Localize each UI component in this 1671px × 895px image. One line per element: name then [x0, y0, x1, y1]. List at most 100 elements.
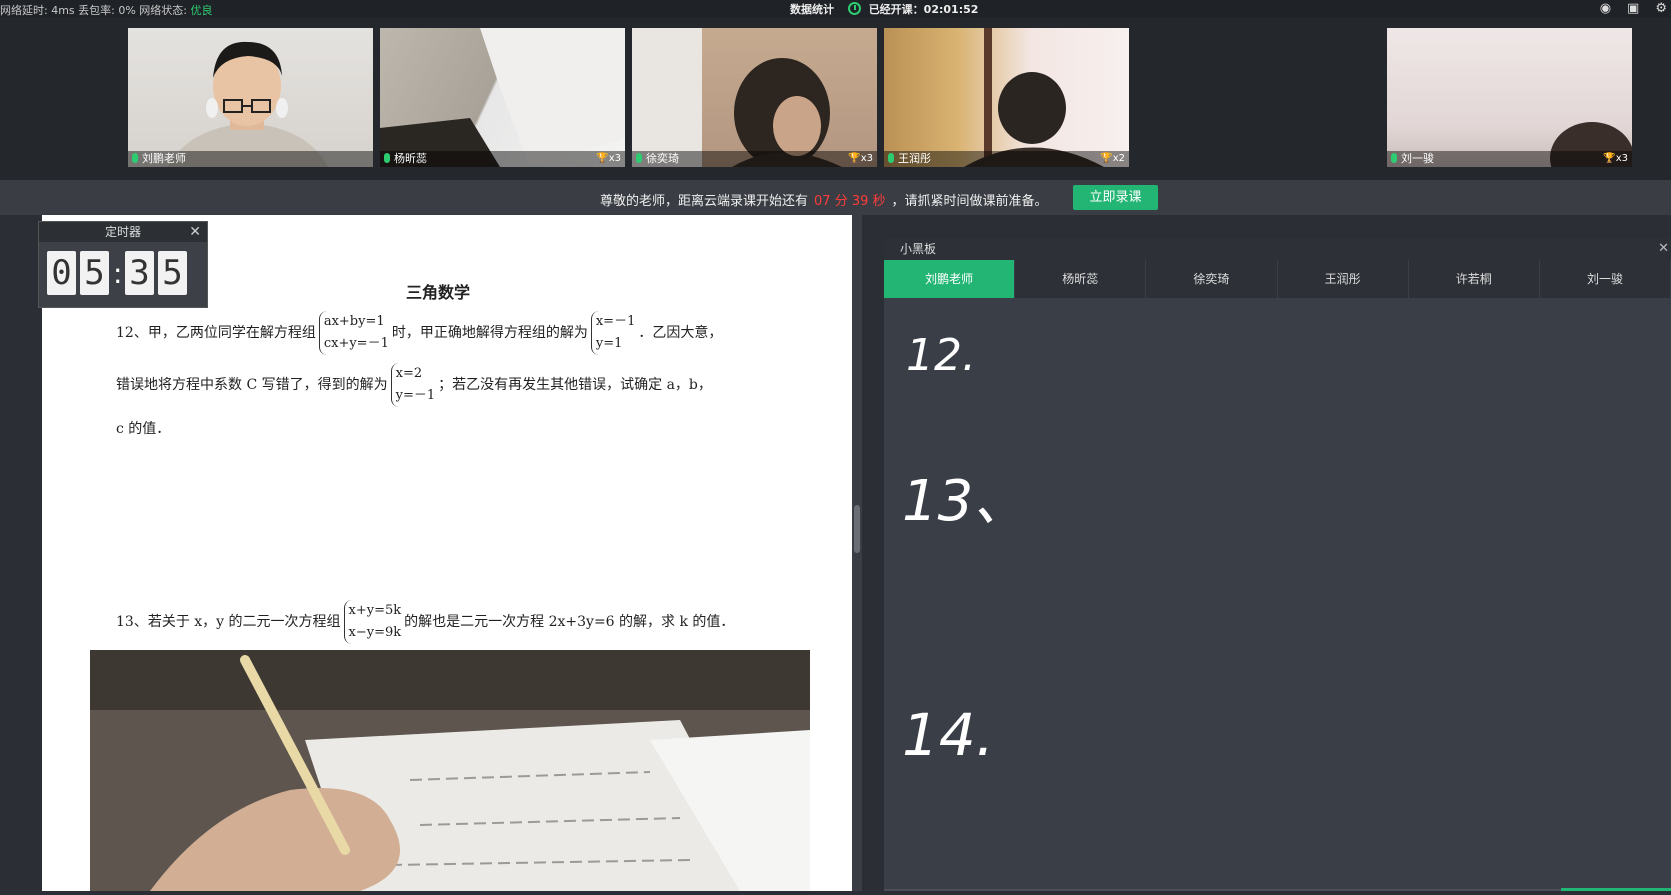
mic-icon[interactable]: [888, 153, 894, 163]
equation-system: ax+by=1 cx+y=－1: [318, 311, 389, 355]
class-info: 数据统计 已经开课：02:01:52: [790, 1, 978, 17]
blackboard-title: 小黑板: [900, 242, 937, 256]
teacher-silhouette: [168, 41, 328, 167]
q12-text: ；若乙没有再发生其他错误，试确定 a，b，: [438, 377, 712, 393]
trophy-icon: 🏆: [1603, 153, 1616, 164]
video-tile-student[interactable]: 刘一骏 🏆x3: [1387, 28, 1632, 167]
equation-system: x+y=5k x−y=9k: [343, 600, 402, 644]
network-status: 网络延时: 4ms 丢包率: 0% 网络状态: 优良: [0, 2, 213, 18]
document-page[interactable]: 三角数学 12、甲，乙两位同学在解方程组 ax+by=1 cx+y=－1时，甲正确地…: [42, 215, 854, 891]
mic-icon[interactable]: [384, 153, 390, 163]
student-silhouette: [964, 28, 1104, 167]
trophy-value: x2: [1112, 153, 1125, 164]
status-bar: 网络延时: 4ms 丢包率: 0% 网络状态: 优良 数据统计 已经开课：02:…: [0, 0, 1671, 18]
document-title-text: 三角数学: [405, 283, 470, 302]
equation: x=－1: [595, 314, 636, 329]
trophy-value: x3: [1615, 153, 1628, 164]
video-tile-label: 徐奕琦 🏆x3: [632, 151, 877, 167]
trophy-count: 🏆x3: [596, 151, 621, 167]
tab-student[interactable]: 许若桐: [1409, 260, 1540, 298]
equation: cx+y=－1: [323, 336, 389, 351]
equation: x+y=5k: [348, 603, 402, 618]
document-viewer: 三角数学 12、甲，乙两位同学在解方程组 ax+by=1 cx+y=－1时，甲正确地…: [0, 215, 862, 891]
record-now-button[interactable]: 立即录课: [1073, 185, 1158, 210]
tab-student[interactable]: 刘一骏: [1540, 260, 1671, 298]
participant-name: 刘一骏: [1401, 152, 1434, 165]
handwriting-layer: 12. 13、 14.: [902, 330, 1029, 769]
tab-student[interactable]: 徐奕琦: [1146, 260, 1278, 298]
q13-text: 的解也是二元一次方程 2x+3y=6 的解，求 k 的值．: [404, 614, 735, 630]
participant-name: 徐奕琦: [646, 152, 679, 165]
mic-icon[interactable]: [1391, 153, 1397, 163]
drawing-canvas[interactable]: 12. 13、 14.: [884, 298, 1671, 891]
video-strip: 刘鹏老师 杨昕蕊 🏆x3 徐奕琦 🏆x3 王润彤 🏆x2 刘一骏 🏆x3: [0, 18, 1671, 180]
close-icon[interactable]: ✕: [189, 222, 201, 242]
trophy-count: 🏆x3: [848, 151, 873, 167]
q13-text: 13、若关于 x，y 的二元一次方程组: [116, 614, 341, 630]
record-countdown: 07 分 39 秒: [814, 194, 886, 209]
settings-icon[interactable]: ⚙: [1655, 1, 1667, 16]
tab-student[interactable]: 杨昕蕊: [1015, 260, 1147, 298]
timer-digit: 0: [47, 251, 76, 295]
q12-text: ．乙因大意，: [638, 325, 723, 341]
video-feed: [128, 28, 373, 167]
timer-title: 定时器: [104, 225, 141, 239]
video-tile-label: 杨昕蕊 🏆x3: [380, 151, 625, 167]
q12-text: 错误地将方程中系数 C 写错了，得到的解为: [116, 377, 388, 393]
question-12-line-3: c 的值．: [116, 421, 171, 437]
notice-prefix: 尊敬的老师，距离云端录课开始还有: [600, 194, 809, 209]
equation: x=2: [395, 366, 423, 381]
timer-header: 定时器 ✕: [39, 222, 207, 242]
timer-digits: 0 5 : 3 5: [39, 242, 207, 295]
video-tile-student[interactable]: 徐奕琦 🏆x3: [632, 28, 877, 167]
blackboard-tabs: 刘鹏老师 杨昕蕊 徐奕琦 王润彤 许若桐 刘一骏: [884, 260, 1671, 298]
close-icon[interactable]: ✕: [1658, 238, 1669, 260]
video-tile-teacher[interactable]: 刘鹏老师: [128, 28, 373, 167]
tab-student[interactable]: 刘鹏老师: [884, 260, 1016, 298]
scrollbar-thumb[interactable]: [854, 505, 860, 553]
timer-digit: 5: [80, 251, 109, 295]
question-12-line-1: 12、甲，乙两位同学在解方程组 ax+by=1 cx+y=－1时，甲正确地解得方程组…: [116, 311, 722, 355]
timer-separator: :: [113, 256, 123, 290]
question-13: 13、若关于 x，y 的二元一次方程组 x+y=5k x−y=9k的解也是二元一次方…: [116, 600, 734, 644]
solution-system: x=－1 y=1: [590, 311, 636, 355]
equation: ax+by=1: [323, 314, 385, 329]
handwritten-number: 13、: [902, 469, 1029, 534]
video-tile-student[interactable]: 王润彤 🏆x2: [884, 28, 1129, 167]
broadcast-icon[interactable]: ◉: [1600, 1, 1611, 16]
trophy-count: 🏆x3: [1603, 151, 1628, 167]
network-quality: 优良: [190, 4, 213, 17]
question-12-line-2: 错误地将方程中系数 C 写错了，得到的解为 x=2 y=－1；若乙没有再发生其他错误…: [116, 363, 712, 407]
screen-icon[interactable]: ▣: [1627, 1, 1639, 16]
video-tile-label: 刘一骏 🏆x3: [1387, 151, 1632, 167]
stats-button[interactable]: 数据统计: [790, 3, 834, 16]
video-tile-label: 刘鹏老师: [128, 151, 373, 167]
notice-suffix: ，请抓紧时间做课前准备。: [891, 194, 1048, 209]
video-feed: [632, 28, 877, 167]
trophy-value: x3: [608, 153, 621, 164]
timer-widget[interactable]: 定时器 ✕ 0 5 : 3 5: [38, 221, 208, 308]
video-feed: [1387, 28, 1632, 167]
video-tile-student[interactable]: 杨昕蕊 🏆x3: [380, 28, 625, 167]
video-tile-label: 王润彤 🏆x2: [884, 151, 1129, 167]
student-silhouette: [632, 28, 842, 167]
q12-text: 12、甲，乙两位同学在解方程组: [116, 325, 316, 341]
window-controls: ◉ ▣ ⚙: [1600, 1, 1667, 16]
class-duration: 已经开课：02:01:52: [868, 3, 979, 16]
clock-icon: [847, 2, 861, 15]
trophy-icon: 🏆: [848, 153, 861, 164]
network-stats-text: 网络延时: 4ms 丢包率: 0% 网络状态:: [0, 4, 191, 17]
desk-scene: [380, 28, 625, 167]
student-silhouette: [1550, 122, 1632, 167]
blackboard-header: 小黑板 ✕: [884, 238, 1671, 260]
timer-digit: 3: [125, 251, 154, 295]
mic-icon[interactable]: [636, 153, 642, 163]
trophy-value: x3: [860, 153, 873, 164]
participant-name: 刘鹏老师: [142, 152, 186, 165]
mic-icon[interactable]: [132, 153, 138, 163]
notice-message: 尊敬的老师，距离云端录课开始还有 07 分 39 秒 ，请抓紧时间做课前准备。: [600, 190, 1048, 209]
document-scrollbar[interactable]: [852, 215, 862, 891]
trophy-icon: 🏆: [596, 153, 609, 164]
tab-student[interactable]: 王润彤: [1278, 260, 1409, 298]
q12-text: 时，甲正确地解得方程组的解为: [391, 325, 588, 341]
